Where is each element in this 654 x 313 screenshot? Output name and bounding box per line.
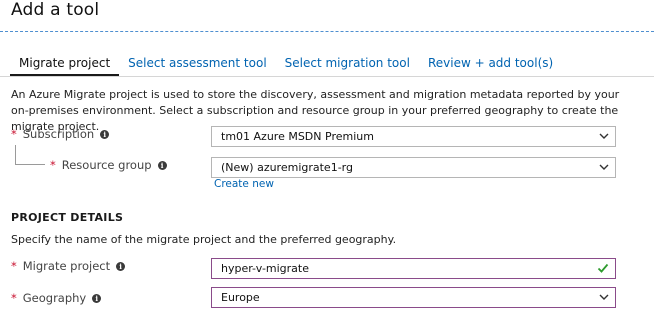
migrate-project-input[interactable]: hyper-v-migrate <box>211 258 616 279</box>
subscription-value: tm01 Azure MSDN Premium <box>221 130 374 143</box>
geography-value: Europe <box>221 291 260 304</box>
migrate-project-label-group: * Migrate project i <box>11 259 126 273</box>
resource-group-value: (New) azuremigrate1-rg <box>221 161 353 174</box>
tab-migrate-project[interactable]: Migrate project <box>10 52 120 76</box>
tab-select-assessment-tool[interactable]: Select assessment tool <box>119 52 276 76</box>
required-marker: * <box>11 291 17 305</box>
tab-divider <box>0 76 654 77</box>
tree-connector-vertical <box>15 145 16 164</box>
geography-label: Geography <box>22 291 87 305</box>
chevron-down-icon <box>599 294 609 300</box>
checkmark-icon <box>597 263 609 273</box>
migrate-project-value: hyper-v-migrate <box>221 262 310 275</box>
resource-group-label-group: * Resource group i <box>50 158 167 172</box>
tab-select-migration-tool[interactable]: Select migration tool <box>276 52 419 76</box>
subscription-label-group: * Subscription i <box>11 127 110 141</box>
tree-connector-horizontal <box>15 164 45 165</box>
project-details-heading: PROJECT DETAILS <box>11 211 124 224</box>
tab-review-add-tools[interactable]: Review + add tool(s) <box>419 52 562 76</box>
resource-group-label: Resource group <box>61 158 152 172</box>
required-marker: * <box>11 127 17 141</box>
project-details-description: Specify the name of the migrate project … <box>11 233 397 246</box>
required-marker: * <box>50 158 56 172</box>
subscription-label: Subscription <box>22 127 95 141</box>
chevron-down-icon <box>599 133 609 139</box>
geography-label-group: * Geography i <box>11 291 102 305</box>
migrate-project-label: Migrate project <box>22 259 111 273</box>
chevron-down-icon <box>599 164 609 170</box>
tab-bar: Migrate project Select assessment tool S… <box>10 52 562 76</box>
info-icon[interactable]: i <box>92 293 102 303</box>
title-divider <box>0 31 654 32</box>
required-marker: * <box>11 259 17 273</box>
resource-group-dropdown[interactable]: (New) azuremigrate1-rg <box>211 157 616 178</box>
info-icon[interactable]: i <box>157 160 167 170</box>
info-icon[interactable]: i <box>116 261 126 271</box>
geography-dropdown[interactable]: Europe <box>211 287 616 308</box>
page-title: Add a tool <box>11 0 100 20</box>
info-icon[interactable]: i <box>100 129 110 139</box>
create-new-link[interactable]: Create new <box>214 178 274 190</box>
subscription-dropdown[interactable]: tm01 Azure MSDN Premium <box>211 126 616 147</box>
